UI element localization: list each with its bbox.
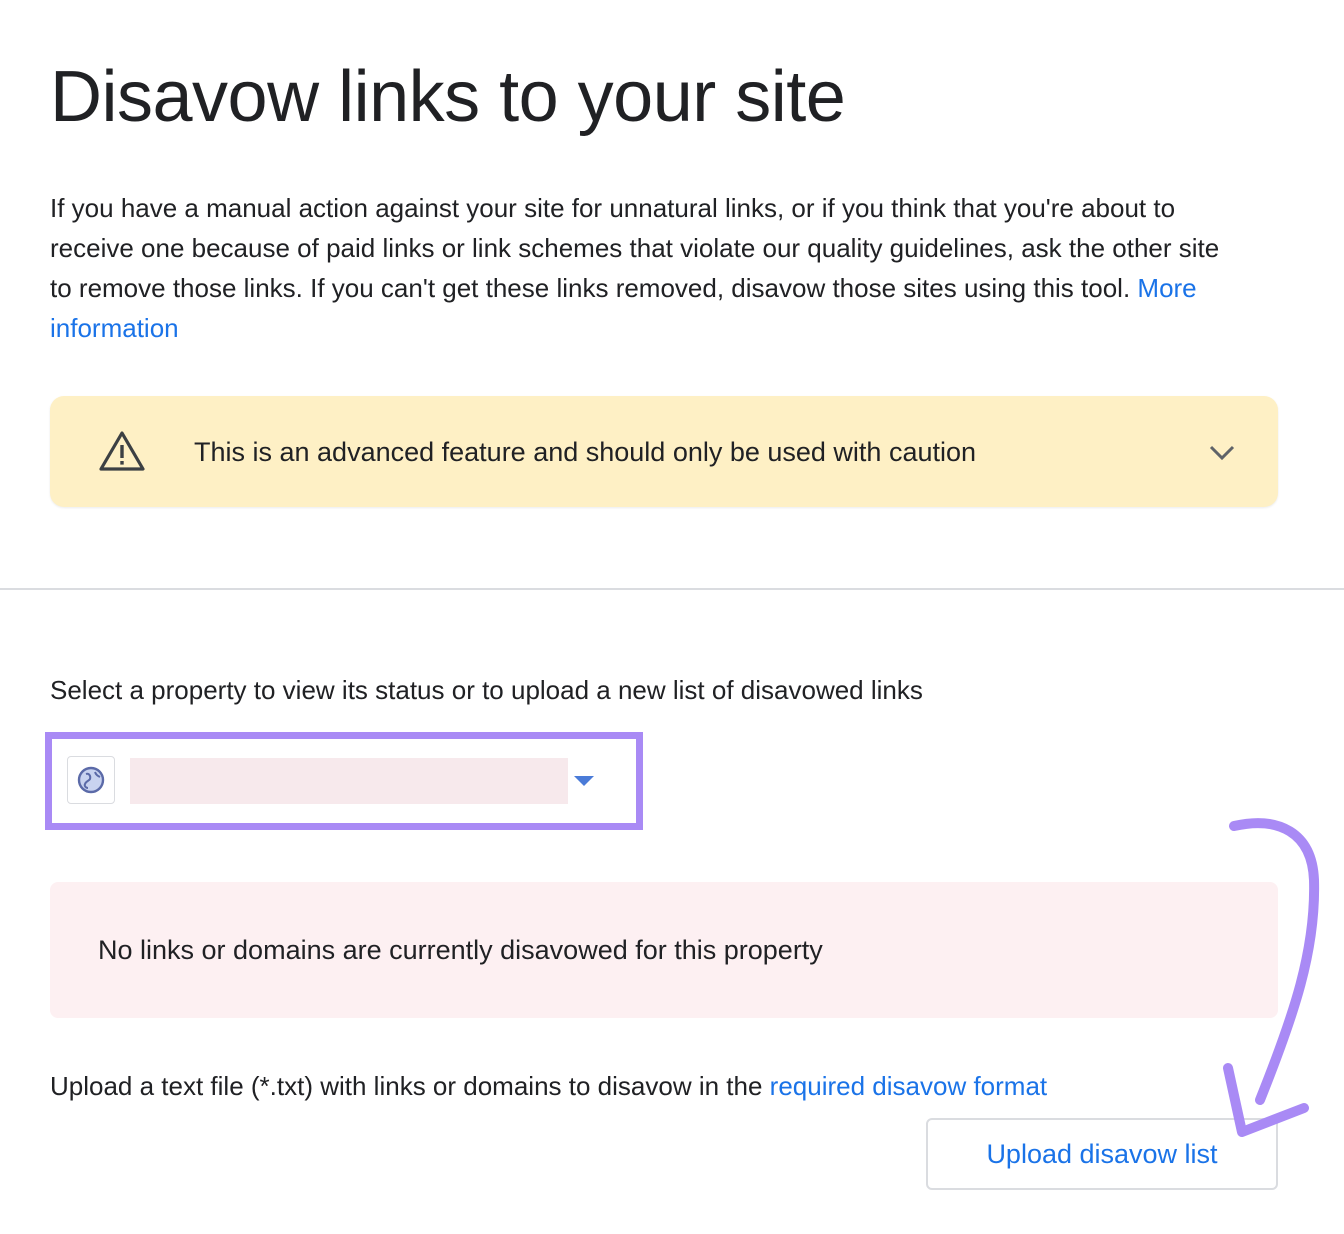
required-format-link[interactable]: required disavow format — [770, 1071, 1047, 1101]
upload-instructions: Upload a text file (*.txt) with links or… — [50, 1068, 1047, 1104]
warning-triangle-icon — [99, 431, 145, 471]
property-type-button[interactable] — [67, 756, 115, 804]
property-select-field[interactable] — [130, 758, 568, 804]
caution-text: This is an advanced feature and should o… — [194, 437, 977, 467]
intro-text: If you have a manual action against your… — [50, 193, 1220, 303]
disavow-status-message: No links or domains are currently disavo… — [98, 935, 823, 965]
upload-disavow-list-button[interactable]: Upload disavow list — [926, 1118, 1278, 1190]
globe-icon — [77, 766, 105, 794]
property-select-label: Select a property to view its status or … — [50, 675, 923, 705]
upload-info-text: Upload a text file (*.txt) with links or… — [50, 1071, 763, 1101]
intro-paragraph: If you have a manual action against your… — [50, 188, 1220, 348]
chevron-down-icon[interactable] — [1206, 440, 1238, 464]
caret-down-icon[interactable] — [572, 774, 596, 788]
page-title: Disavow links to your site — [50, 57, 846, 137]
section-divider — [0, 588, 1344, 590]
